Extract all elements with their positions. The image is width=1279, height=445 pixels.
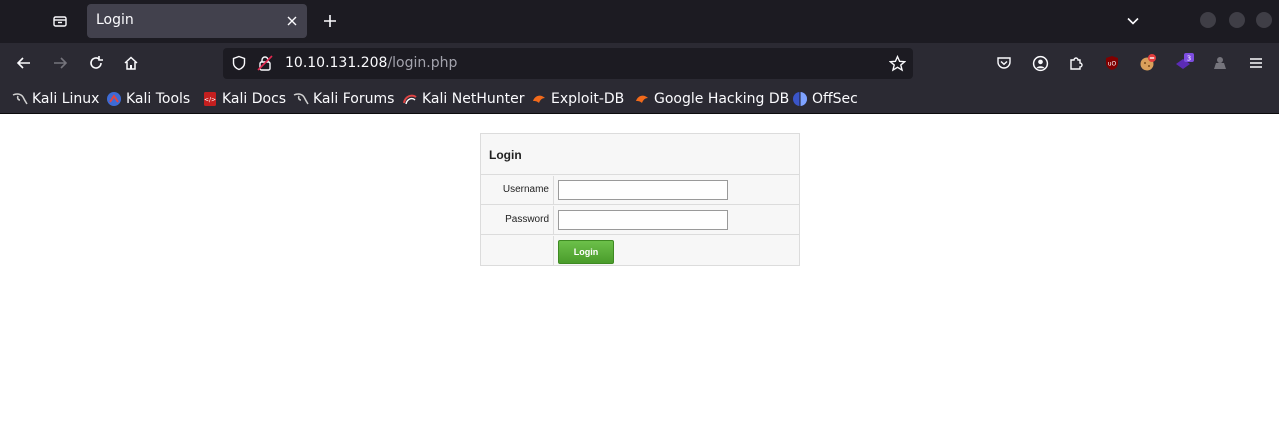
arrow-left-icon	[16, 57, 30, 69]
home-button[interactable]	[117, 49, 145, 77]
login-form: Login Username Password Login	[480, 133, 800, 266]
tracking-protection-shield-icon[interactable]	[230, 54, 248, 72]
bookmark-label: Exploit-DB	[551, 91, 625, 107]
password-label-cell: Password	[481, 206, 554, 234]
username-label-cell: Username	[481, 176, 554, 204]
tab-list-icon	[53, 16, 67, 27]
bookmarks-toolbar: Kali Linux Kali Tools </> Kali Docs Kali…	[0, 84, 1279, 114]
tab-overflow-button[interactable]	[1120, 8, 1146, 34]
kali-dragon-icon	[12, 91, 28, 107]
bookmark-label: Kali Tools	[126, 91, 191, 107]
ublock-origin-button[interactable]: uO	[1101, 52, 1123, 74]
bookmark-label: Kali Forums	[313, 91, 395, 107]
app-menu-button[interactable]	[1245, 52, 1267, 74]
extension-misc-icon	[1214, 57, 1226, 69]
exploitdb-icon	[634, 91, 650, 107]
chevron-down-icon	[1127, 17, 1139, 25]
url-host: 10.10.131.208	[285, 55, 388, 71]
puzzle-icon	[1070, 57, 1083, 70]
bookmark-kali-tools[interactable]: Kali Tools	[106, 89, 190, 109]
login-header: Login	[481, 134, 799, 175]
page-content: Login Username Password Login	[0, 115, 1279, 445]
submit-label-cell	[481, 236, 554, 266]
username-input[interactable]	[558, 180, 728, 200]
nethunter-icon	[402, 91, 418, 107]
bookmark-kali-docs[interactable]: </> Kali Docs	[202, 89, 286, 109]
svg-text:uO: uO	[1108, 61, 1117, 68]
reload-button[interactable]	[82, 49, 110, 77]
bookmark-google-hacking-db[interactable]: Google Hacking DB	[634, 89, 789, 109]
bookmark-label: Kali Docs	[222, 91, 287, 107]
password-input[interactable]	[558, 210, 728, 230]
foxyproxy-icon: 3	[1176, 53, 1194, 69]
url-bar[interactable]: 10.10.131.208/login.php	[223, 48, 913, 79]
extension-misc-button[interactable]	[1209, 52, 1231, 74]
url-text[interactable]: 10.10.131.208/login.php	[285, 55, 457, 71]
bookmark-star-button[interactable]	[887, 53, 907, 73]
tab-login[interactable]: Login	[87, 4, 307, 38]
navigation-toolbar: 10.10.131.208/login.php uO 3	[0, 43, 1279, 84]
tab-title: Login	[96, 12, 134, 28]
forward-button[interactable]	[46, 49, 74, 77]
username-label: Username	[502, 184, 549, 195]
star-icon	[888, 54, 906, 72]
bookmark-label: Kali Linux	[32, 91, 100, 107]
username-row: Username	[481, 176, 799, 205]
extension-badge: 3	[1187, 55, 1191, 63]
home-icon	[124, 56, 138, 70]
ublock-shield-icon: uO	[1106, 56, 1118, 70]
url-path: /login.php	[387, 55, 458, 71]
account-icon	[1032, 55, 1048, 71]
bookmark-label: Google Hacking DB	[654, 91, 790, 107]
bookmark-offsec[interactable]: OffSec	[792, 89, 858, 109]
bookmark-label: OffSec	[812, 91, 858, 107]
back-button[interactable]	[10, 49, 38, 77]
cookie-icon	[1140, 54, 1156, 71]
reload-icon	[90, 56, 103, 69]
pocket-button[interactable]	[993, 52, 1015, 74]
insecure-lock-icon[interactable]	[256, 54, 274, 72]
new-tab-button[interactable]	[316, 8, 344, 34]
list-all-tabs-button[interactable]	[46, 7, 74, 35]
submit-row: Login	[481, 236, 799, 266]
close-icon	[287, 16, 297, 26]
account-button[interactable]	[1029, 52, 1051, 74]
maximize-button[interactable]	[1229, 12, 1245, 28]
arrow-right-icon	[54, 57, 68, 69]
close-window-button[interactable]	[1256, 12, 1272, 28]
pocket-icon	[997, 57, 1011, 69]
bookmark-kali-linux[interactable]: Kali Linux	[12, 89, 99, 109]
kali-docs-icon: </>	[202, 91, 218, 107]
bookmark-exploit-db[interactable]: Exploit-DB	[531, 89, 624, 109]
offsec-icon	[792, 91, 808, 107]
minimize-button[interactable]	[1200, 12, 1216, 28]
bookmark-kali-forums[interactable]: Kali Forums	[293, 89, 394, 109]
svg-text:</>: </>	[204, 97, 216, 104]
tab-strip: Login	[0, 0, 1279, 43]
cookie-editor-button[interactable]	[1137, 52, 1159, 74]
kali-dragon-icon	[293, 91, 309, 107]
password-label: Password	[505, 214, 549, 225]
exploitdb-icon	[531, 91, 547, 107]
foxyproxy-button[interactable]: 3	[1173, 52, 1195, 74]
bookmark-kali-nethunter[interactable]: Kali NetHunter	[402, 89, 524, 109]
login-button[interactable]: Login	[558, 240, 614, 264]
extensions-button[interactable]	[1065, 52, 1087, 74]
login-title: Login	[489, 148, 522, 162]
bookmark-label: Kali NetHunter	[422, 91, 525, 107]
hamburger-menu-icon	[1250, 58, 1262, 68]
tab-close-button[interactable]	[283, 12, 301, 30]
password-row: Password	[481, 206, 799, 235]
kali-tools-icon	[106, 91, 122, 107]
plus-icon	[324, 15, 336, 27]
